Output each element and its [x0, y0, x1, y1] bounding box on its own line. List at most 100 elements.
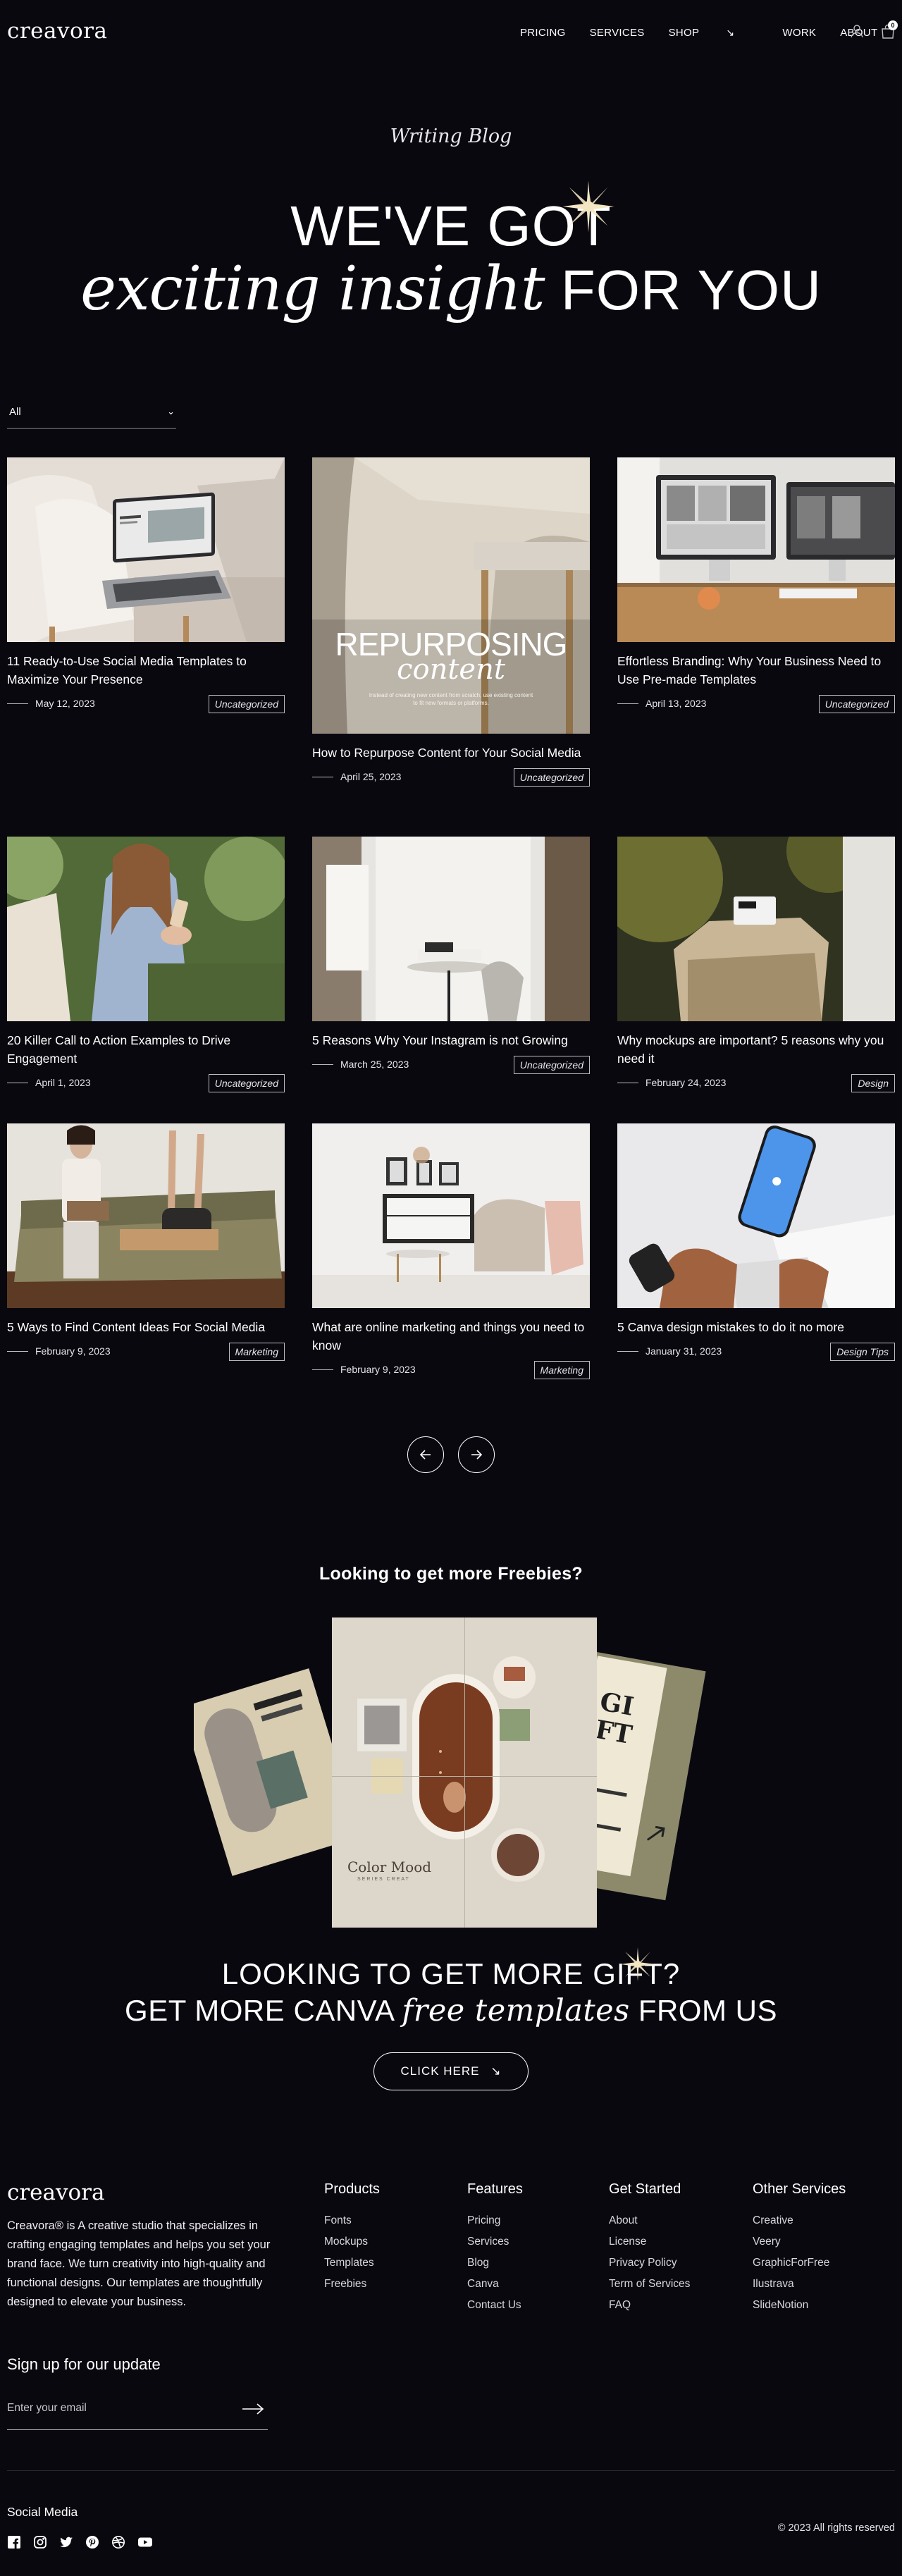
post-title[interactable]: 5 Reasons Why Your Instagram is not Grow… — [312, 1031, 590, 1049]
post-thumbnail[interactable] — [312, 1123, 590, 1308]
category-tag[interactable]: Uncategorized — [208, 1074, 285, 1092]
footer-link[interactable]: Creative — [753, 2210, 846, 2231]
footer-link[interactable]: Fonts — [324, 2210, 380, 2231]
post-title[interactable]: Why mockups are important? 5 reasons why… — [617, 1031, 895, 1068]
footer-column-features: Features Pricing Services Blog Canva Con… — [467, 2181, 523, 2316]
freebies-heading: Looking to get more Freebies? — [319, 1564, 583, 1584]
footer-link[interactable]: About — [609, 2210, 690, 2231]
category-tag[interactable]: Uncategorized — [513, 768, 590, 787]
next-page-button[interactable] — [458, 1436, 495, 1473]
post-thumbnail[interactable] — [7, 1123, 285, 1308]
post-thumbnail[interactable] — [312, 837, 590, 1021]
divider — [7, 703, 28, 704]
arrow-left-icon — [419, 1450, 431, 1460]
post-meta: February 9, 2023 Marketing — [7, 1343, 285, 1361]
blog-card[interactable]: 11 Ready-to-Use Social Media Templates t… — [7, 457, 285, 713]
blog-card[interactable]: REPURPOSING content Instead of creating … — [312, 457, 590, 787]
category-tag[interactable]: Marketing — [533, 1361, 590, 1379]
post-date: February 9, 2023 — [340, 1364, 416, 1375]
post-title[interactable]: 5 Ways to Find Content Ideas For Social … — [7, 1318, 285, 1336]
nav-services[interactable]: SERVICES — [590, 27, 645, 39]
footer-link[interactable]: Term of Services — [609, 2274, 690, 2295]
footer-logo[interactable]: creavora — [7, 2180, 105, 2205]
blog-card[interactable]: 5 Reasons Why Your Instagram is not Grow… — [312, 837, 590, 1074]
logo[interactable]: creavora — [7, 18, 108, 44]
post-thumbnail[interactable] — [7, 457, 285, 642]
footer-link[interactable]: Templates — [324, 2253, 380, 2274]
blog-card[interactable]: 20 Killer Call to Action Examples to Dri… — [7, 837, 285, 1092]
twitter-icon[interactable] — [59, 2535, 73, 2549]
footer-link[interactable]: Canva — [467, 2274, 523, 2295]
footer-link[interactable]: License — [609, 2231, 690, 2253]
divider — [617, 1351, 638, 1352]
footer-link[interactable]: GraphicForFree — [753, 2253, 846, 2274]
post-meta: April 13, 2023 Uncategorized — [617, 695, 895, 713]
dribbble-icon[interactable] — [111, 2535, 125, 2549]
arrow-right-icon[interactable] — [241, 2402, 265, 2416]
blog-card[interactable]: Effortless Branding: Why Your Business N… — [617, 457, 895, 713]
post-date: January 31, 2023 — [645, 1345, 722, 1357]
post-thumbnail[interactable] — [617, 1123, 895, 1308]
click-here-button[interactable]: CLICK HERE ↘ — [373, 2052, 529, 2090]
post-title[interactable]: What are online marketing and things you… — [312, 1318, 590, 1355]
hero-heading-line1: WE'VE GOT — [290, 195, 612, 257]
footer-link[interactable]: Veery — [753, 2231, 846, 2253]
arrow-right-icon — [471, 1450, 483, 1460]
post-date: April 13, 2023 — [645, 698, 707, 709]
post-date: March 25, 2023 — [340, 1059, 409, 1070]
footer-column-other-services: Other Services Creative Veery GraphicFor… — [753, 2181, 846, 2316]
post-date: April 1, 2023 — [35, 1077, 91, 1088]
post-thumbnail[interactable] — [617, 837, 895, 1021]
post-thumbnail[interactable] — [617, 457, 895, 642]
post-title[interactable]: Effortless Branding: Why Your Business N… — [617, 652, 895, 689]
blog-card[interactable]: 5 Ways to Find Content Ideas For Social … — [7, 1123, 285, 1361]
category-filter-select[interactable]: All ⌄ — [7, 399, 176, 429]
footer-link[interactable]: FAQ — [609, 2295, 690, 2316]
post-thumbnail[interactable]: REPURPOSING content Instead of creating … — [312, 457, 590, 734]
youtube-icon[interactable] — [137, 2535, 152, 2549]
filter-value: All — [9, 406, 21, 418]
footer-column-get-started: Get Started About License Privacy Policy… — [609, 2181, 690, 2316]
blog-card[interactable]: 5 Canva design mistakes to do it no more… — [617, 1123, 895, 1361]
nav-shop[interactable]: SHOP ↘ — [669, 27, 759, 39]
hero-heading-serif: exciting insight — [80, 254, 545, 324]
footer-about-text: Creavora® is A creative studio that spec… — [7, 2219, 271, 2308]
post-title[interactable]: How to Repurpose Content for Your Social… — [312, 744, 590, 762]
footer-link[interactable]: Blog — [467, 2253, 523, 2274]
hero-kicker: Writing Blog — [390, 125, 512, 147]
instagram-icon[interactable] — [33, 2535, 47, 2549]
footer-link[interactable]: Services — [467, 2231, 523, 2253]
user-icon[interactable] — [849, 23, 865, 39]
thumbnail-caption: Instead of creating new content from scr… — [369, 692, 533, 706]
category-tag[interactable]: Design Tips — [830, 1343, 895, 1361]
email-input[interactable] — [7, 2402, 233, 2415]
previous-page-button[interactable] — [407, 1436, 444, 1473]
facebook-icon[interactable] — [7, 2535, 21, 2549]
category-tag[interactable]: Uncategorized — [208, 695, 285, 713]
chevron-down-icon: ⌄ — [167, 406, 175, 417]
post-title[interactable]: 20 Killer Call to Action Examples to Dri… — [7, 1031, 285, 1068]
footer-link[interactable]: Freebies — [324, 2274, 380, 2295]
sparkle-icon — [562, 180, 614, 233]
blog-card[interactable]: Why mockups are important? 5 reasons why… — [617, 837, 895, 1092]
category-tag[interactable]: Uncategorized — [818, 695, 895, 713]
nav-pricing[interactable]: PRICING — [520, 27, 566, 39]
gift-heading-serif: free templates — [402, 1993, 630, 2028]
blog-card[interactable]: What are online marketing and things you… — [312, 1123, 590, 1379]
nav-work[interactable]: WORK — [782, 27, 816, 39]
post-thumbnail[interactable] — [7, 837, 285, 1021]
divider — [312, 1369, 333, 1370]
category-tag[interactable]: Uncategorized — [513, 1056, 590, 1074]
category-tag[interactable]: Marketing — [228, 1343, 285, 1361]
footer-link[interactable]: Mockups — [324, 2231, 380, 2253]
footer-link[interactable]: Privacy Policy — [609, 2253, 690, 2274]
post-title[interactable]: 5 Canva design mistakes to do it no more — [617, 1318, 895, 1336]
post-title[interactable]: 11 Ready-to-Use Social Media Templates t… — [7, 652, 285, 689]
footer-link[interactable]: Ilustrava — [753, 2274, 846, 2295]
footer-link[interactable]: Contact Us — [467, 2295, 523, 2316]
footer-link[interactable]: SlideNotion — [753, 2295, 846, 2316]
post-date: February 24, 2023 — [645, 1077, 727, 1088]
footer-link[interactable]: Pricing — [467, 2210, 523, 2231]
category-tag[interactable]: Design — [851, 1074, 895, 1092]
pinterest-icon[interactable] — [85, 2535, 99, 2549]
